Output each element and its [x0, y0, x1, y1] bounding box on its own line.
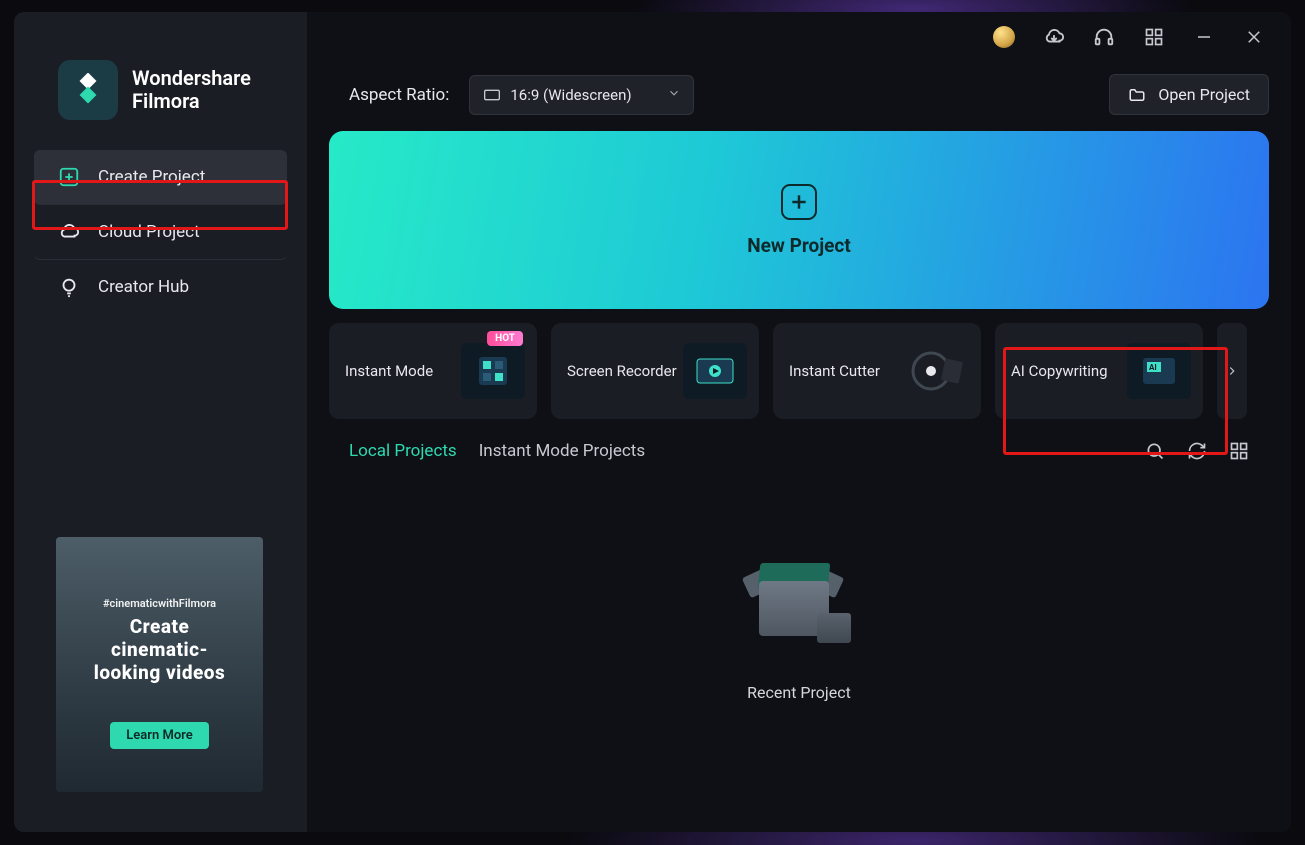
feature-label: Instant Mode: [345, 362, 433, 380]
instant-cutter-thumb-icon: [905, 343, 969, 399]
sidebar: Wondershare Filmora Create Project Cloud…: [14, 12, 307, 832]
feature-instant-mode[interactable]: Instant Mode HOT: [329, 323, 537, 419]
app-brand-text: Wondershare Filmora: [132, 67, 251, 113]
sidebar-item-label: Create Project: [98, 167, 205, 187]
open-project-button[interactable]: Open Project: [1109, 74, 1269, 115]
open-project-label: Open Project: [1158, 85, 1250, 104]
aspect-ratio-value: 16:9 (Widescreen): [510, 86, 631, 104]
new-project-tile[interactable]: New Project: [329, 131, 1269, 309]
feature-next-button[interactable]: [1217, 323, 1247, 419]
bulb-icon: [58, 276, 80, 298]
cloud-download-icon[interactable]: [1043, 26, 1065, 48]
toolbar: Aspect Ratio: 16:9 (Widescreen) Open Pro…: [307, 62, 1291, 125]
aspect-ratio-group: Aspect Ratio: 16:9 (Widescreen): [349, 75, 694, 115]
promo-title: Create cinematic- looking videos: [94, 616, 226, 684]
aspect-ratio-label: Aspect Ratio:: [349, 85, 449, 105]
aspect-ratio-select[interactable]: 16:9 (Widescreen): [469, 75, 694, 115]
promo-learn-more-button[interactable]: Learn More: [110, 722, 208, 749]
refresh-icon[interactable]: [1187, 441, 1207, 461]
tab-instant-mode-projects[interactable]: Instant Mode Projects: [479, 441, 645, 461]
plus-square-icon: [58, 166, 80, 188]
project-tabs: Local Projects Instant Mode Projects: [349, 441, 645, 461]
tab-actions: [1145, 441, 1269, 461]
recent-project-label: Recent Project: [747, 683, 851, 702]
sidebar-item-create-project[interactable]: Create Project: [34, 150, 287, 205]
brand-line2: Filmora: [132, 90, 251, 113]
sidebar-item-cloud-project[interactable]: Cloud Project: [34, 205, 287, 260]
minimize-icon[interactable]: [1193, 26, 1215, 48]
app-window: Wondershare Filmora Create Project Cloud…: [14, 12, 1291, 832]
chevron-right-icon: [1225, 364, 1239, 378]
app-logo: Wondershare Filmora: [14, 32, 307, 150]
feature-label: Screen Recorder: [567, 362, 677, 380]
promo-card[interactable]: #cinematicwithFilmora Create cinematic- …: [56, 537, 263, 792]
sidebar-nav: Create Project Cloud Project Creator Hub: [14, 150, 307, 314]
chevron-down-icon: [667, 86, 681, 104]
user-avatar-icon[interactable]: [993, 26, 1015, 48]
screen-icon: [484, 89, 500, 101]
feature-label: AI Copywriting: [1011, 362, 1108, 380]
feature-row: Instant Mode HOT Screen Recorder Instant…: [329, 323, 1269, 419]
apps-grid-icon[interactable]: [1143, 26, 1165, 48]
main-panel: Aspect Ratio: 16:9 (Widescreen) Open Pro…: [307, 12, 1291, 832]
feature-screen-recorder[interactable]: Screen Recorder: [551, 323, 759, 419]
sidebar-item-creator-hub[interactable]: Creator Hub: [34, 260, 287, 314]
new-project-label: New Project: [747, 234, 851, 257]
promo-hashtag: #cinematicwithFilmora: [103, 597, 216, 610]
titlebar: [307, 12, 1291, 62]
feature-ai-copywriting[interactable]: AI Copywriting AI: [995, 323, 1203, 419]
empty-box-icon: [739, 541, 859, 661]
folder-icon: [1128, 86, 1146, 104]
support-headset-icon[interactable]: [1093, 26, 1115, 48]
project-tabs-row: Local Projects Instant Mode Projects: [349, 441, 1269, 461]
instant-mode-thumb-icon: [461, 343, 525, 399]
filmora-logo-icon: [58, 60, 118, 120]
cloud-icon: [58, 221, 80, 243]
screen-recorder-thumb-icon: [683, 343, 747, 399]
sidebar-item-label: Cloud Project: [98, 222, 200, 242]
plus-icon: [781, 184, 817, 220]
ai-copywriting-thumb-icon: AI: [1127, 343, 1191, 399]
feature-instant-cutter[interactable]: Instant Cutter: [773, 323, 981, 419]
grid-view-icon[interactable]: [1229, 441, 1249, 461]
close-icon[interactable]: [1243, 26, 1265, 48]
search-icon[interactable]: [1145, 441, 1165, 461]
feature-label: Instant Cutter: [789, 362, 880, 380]
svg-text:AI: AI: [1149, 363, 1157, 372]
sidebar-item-label: Creator Hub: [98, 277, 189, 297]
hot-badge: HOT: [487, 331, 523, 346]
tab-local-projects[interactable]: Local Projects: [349, 441, 457, 461]
brand-line1: Wondershare: [132, 67, 251, 90]
recent-projects-area: Recent Project: [307, 461, 1291, 832]
